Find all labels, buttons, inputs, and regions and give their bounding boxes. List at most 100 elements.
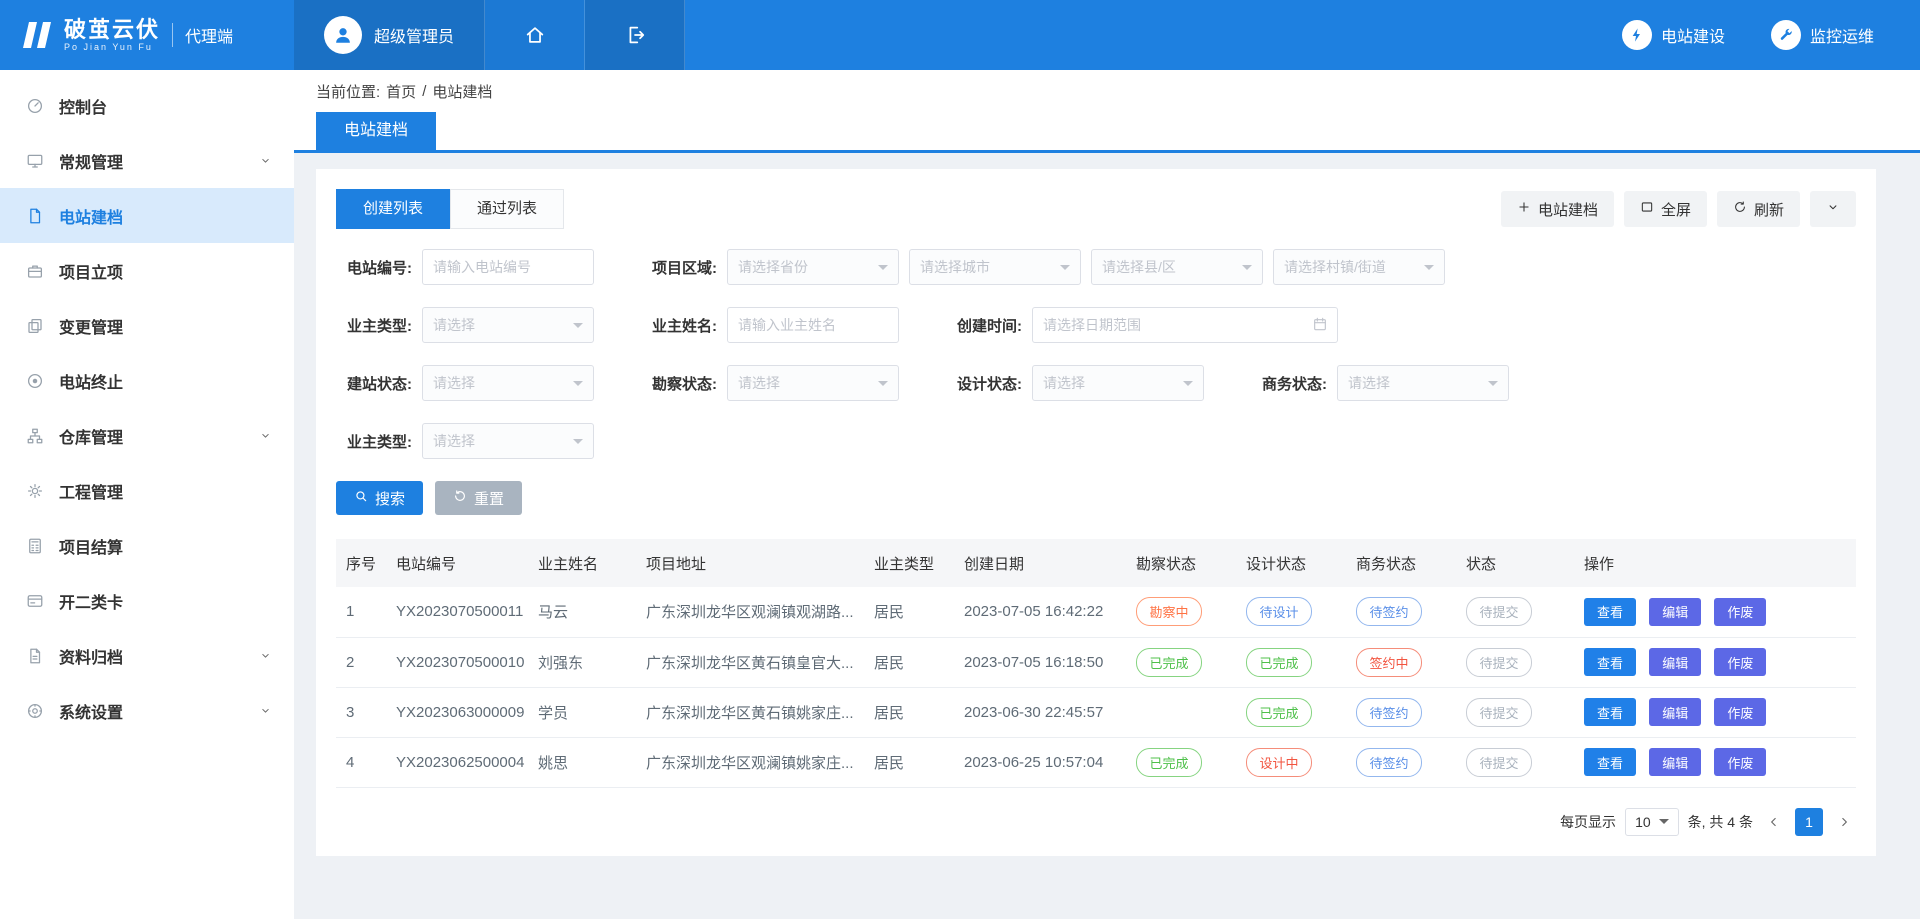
- sidebar-item-change-mgmt[interactable]: 变更管理: [0, 298, 294, 353]
- per-page-select[interactable]: 10: [1625, 808, 1679, 836]
- void-button[interactable]: 作废: [1714, 698, 1766, 726]
- avatar: [324, 16, 362, 54]
- nav-monitor-ops-label: 监控运维: [1810, 23, 1874, 47]
- edit-button[interactable]: 编辑: [1649, 648, 1701, 676]
- survey-status-badge: 已完成: [1136, 748, 1202, 777]
- collapse-filters-button[interactable]: [1810, 191, 1856, 227]
- chevron-down-icon: [259, 649, 272, 662]
- sidebar-item-system-settings[interactable]: 系统设置: [0, 683, 294, 738]
- owner-type2-select[interactable]: 请选择: [422, 423, 594, 459]
- fullscreen-button[interactable]: 全屏: [1624, 191, 1707, 227]
- main-content: 当前位置: 首页 / 电站建档 电站建档 创建列表 通过列表: [294, 70, 1920, 919]
- user-menu[interactable]: 超级管理员: [294, 0, 485, 70]
- view-button[interactable]: 查看: [1584, 648, 1636, 676]
- calendar-icon: [1312, 316, 1328, 337]
- owner-type-select[interactable]: 请选择: [422, 307, 594, 343]
- void-button[interactable]: 作废: [1714, 598, 1766, 626]
- home-icon: [524, 24, 546, 46]
- sidebar-item-console[interactable]: 控制台: [0, 78, 294, 133]
- town-select[interactable]: 请选择村镇/街道: [1273, 249, 1445, 285]
- table-row: 4 YX2023062500004 姚思 广东深圳龙华区观澜镇姚家庄... 居民…: [336, 737, 1856, 787]
- prev-page-button[interactable]: [1762, 815, 1786, 829]
- create-time-label: 创建时间:: [946, 315, 1022, 336]
- lightning-icon: [1622, 20, 1652, 50]
- breadcrumb: 当前位置: 首页 / 电站建档: [294, 70, 1920, 112]
- col-status: 状态: [1456, 539, 1574, 587]
- sidebar-item-label: 电站建档: [59, 204, 123, 228]
- city-select[interactable]: 请选择城市: [909, 249, 1081, 285]
- void-button[interactable]: 作废: [1714, 648, 1766, 676]
- chevron-down-icon: [1826, 200, 1840, 218]
- view-button[interactable]: 查看: [1584, 598, 1636, 626]
- calculator-icon: [26, 537, 44, 555]
- sidebar-item-label: 开二类卡: [59, 589, 123, 613]
- business-status-badge: 签约中: [1356, 648, 1422, 677]
- chevron-down-icon: [1488, 381, 1498, 391]
- station-no-input[interactable]: [422, 249, 594, 285]
- view-button[interactable]: 查看: [1584, 748, 1636, 776]
- chevron-down-icon: [878, 381, 888, 391]
- edit-button[interactable]: 编辑: [1649, 598, 1701, 626]
- date-range-input[interactable]: [1032, 307, 1338, 343]
- page-1-button[interactable]: 1: [1795, 808, 1823, 836]
- status-badge: 待提交: [1466, 648, 1532, 677]
- chevron-down-icon: [1242, 265, 1252, 275]
- sidebar-item-type2-card[interactable]: 开二类卡: [0, 573, 294, 628]
- view-button[interactable]: 查看: [1584, 698, 1636, 726]
- stop-circle-icon: [26, 372, 44, 390]
- chevron-down-icon: [573, 439, 583, 449]
- sidebar-item-engineering-mgmt[interactable]: 工程管理: [0, 463, 294, 518]
- panel-toolbar: 电站建档 全屏 刷新: [1491, 191, 1856, 227]
- refresh-button[interactable]: 刷新: [1717, 191, 1800, 227]
- sidebar-item-general-mgmt[interactable]: 常规管理: [0, 133, 294, 188]
- sidebar-item-label: 项目结算: [59, 534, 123, 558]
- tab-create-list[interactable]: 创建列表: [336, 189, 450, 229]
- sidebar-item-station-filing[interactable]: 电站建档: [0, 188, 294, 243]
- sidebar-item-archive[interactable]: 资料归档: [0, 628, 294, 683]
- county-select[interactable]: 请选择县/区: [1091, 249, 1263, 285]
- table-header-row: 序号 电站编号 业主姓名 项目地址 业主类型 创建日期 勘察状态 设计状态 商务…: [336, 539, 1856, 587]
- logout-button[interactable]: [585, 0, 685, 70]
- business-status-select[interactable]: 请选择: [1337, 365, 1509, 401]
- breadcrumb-home[interactable]: 首页: [386, 81, 416, 102]
- survey-status-select[interactable]: 请选择: [727, 365, 899, 401]
- design-status-select[interactable]: 请选择: [1032, 365, 1204, 401]
- status-badge: 待提交: [1466, 748, 1532, 777]
- page-tab-bar: 电站建档: [294, 112, 1920, 153]
- sidebar-item-project-settlement[interactable]: 项目结算: [0, 518, 294, 573]
- sidebar-item-label: 控制台: [59, 94, 107, 118]
- next-page-button[interactable]: [1832, 815, 1856, 829]
- col-index: 序号: [336, 539, 386, 587]
- nav-station-build[interactable]: 电站建设: [1622, 0, 1725, 70]
- business-status-badge: 待签约: [1356, 748, 1422, 777]
- chevron-down-icon: [259, 429, 272, 442]
- search-button[interactable]: 搜索: [336, 481, 423, 515]
- owner-name-input[interactable]: [727, 307, 899, 343]
- sidebar-item-label: 变更管理: [59, 314, 123, 338]
- sidebar-item-station-termination[interactable]: 电站终止: [0, 353, 294, 408]
- home-button[interactable]: [485, 0, 585, 70]
- logo[interactable]: 破茧云伏 Po Jian Yun Fu 代理端: [0, 0, 294, 70]
- col-design-status: 设计状态: [1236, 539, 1346, 587]
- sidebar-item-label: 项目立项: [59, 259, 123, 283]
- top-header: 破茧云伏 Po Jian Yun Fu 代理端 超级管理员: [0, 0, 1920, 70]
- col-created: 创建日期: [954, 539, 1126, 587]
- sidebar-item-warehouse-mgmt[interactable]: 仓库管理: [0, 408, 294, 463]
- design-status-label: 设计状态:: [946, 373, 1022, 394]
- sidebar-item-project-initiation[interactable]: 项目立项: [0, 243, 294, 298]
- owner-type2-label: 业主类型:: [336, 431, 412, 452]
- create-station-button[interactable]: 电站建档: [1501, 191, 1614, 227]
- edit-button[interactable]: 编辑: [1649, 698, 1701, 726]
- sidebar-item-label: 电站终止: [59, 369, 123, 393]
- edit-button[interactable]: 编辑: [1649, 748, 1701, 776]
- build-status-select[interactable]: 请选择: [422, 365, 594, 401]
- province-select[interactable]: 请选择省份: [727, 249, 899, 285]
- tab-passed-list[interactable]: 通过列表: [450, 189, 564, 229]
- nav-monitor-ops[interactable]: 监控运维: [1771, 0, 1874, 70]
- void-button[interactable]: 作废: [1714, 748, 1766, 776]
- station-table: 序号 电站编号 业主姓名 项目地址 业主类型 创建日期 勘察状态 设计状态 商务…: [336, 539, 1856, 788]
- portal-label: 代理端: [185, 23, 233, 47]
- page-tab-station-filing[interactable]: 电站建档: [316, 112, 436, 150]
- reset-button[interactable]: 重置: [435, 481, 522, 515]
- document-icon: [26, 207, 44, 225]
